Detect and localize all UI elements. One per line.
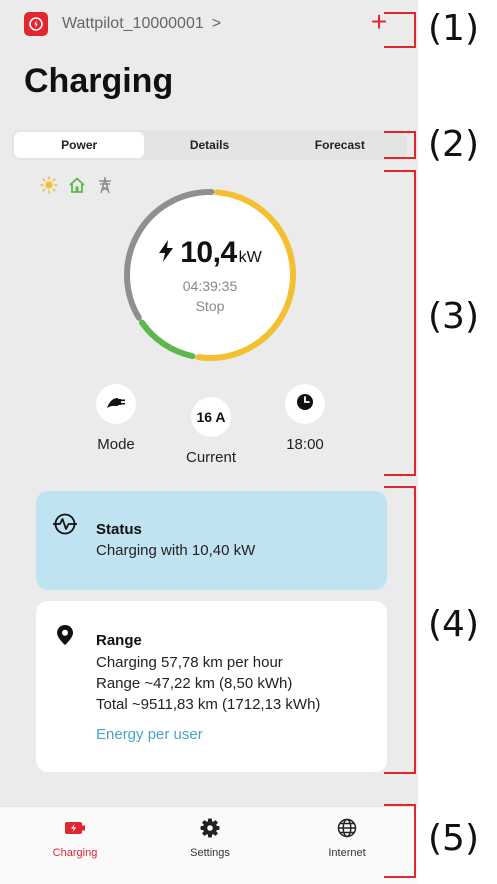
- nav-label-internet: Internet: [328, 847, 366, 859]
- globe-icon: [302, 817, 392, 839]
- nav-label-settings: Settings: [190, 847, 230, 859]
- stop-button[interactable]: Stop: [121, 298, 299, 314]
- nav-item-charging[interactable]: Charging: [30, 817, 120, 859]
- gear-icon: [165, 817, 255, 839]
- bolt-icon: [158, 240, 174, 269]
- charge-duration: 04:39:35: [182, 278, 238, 294]
- battery-icon: [30, 817, 120, 839]
- chevron-right-icon: >: [211, 15, 222, 32]
- tab-bar: Power Details Forecast: [12, 130, 407, 160]
- callout-label-3: (3): [428, 296, 479, 337]
- range-line-total: Total ~9511,83 km (1712,13 kWh): [96, 696, 321, 713]
- callout-bracket-1: [384, 12, 416, 48]
- callout-bracket-5: [384, 804, 416, 878]
- nav-item-settings[interactable]: Settings: [165, 817, 255, 859]
- page-title: Charging: [24, 62, 174, 100]
- sun-icon: [40, 176, 58, 199]
- mode-button[interactable]: [96, 384, 136, 424]
- energy-per-user-link[interactable]: Energy per user: [96, 726, 203, 743]
- callout-bracket-2: [384, 131, 416, 159]
- status-title: Status: [96, 521, 142, 538]
- mode-control[interactable]: Mode: [71, 384, 161, 453]
- nav-item-internet[interactable]: Internet: [302, 817, 392, 859]
- device-selector[interactable]: Wattpilot_10000001 >: [24, 10, 221, 38]
- app-header: Wattpilot_10000001 > + Charging: [0, 0, 418, 122]
- mode-label: Mode: [97, 436, 135, 453]
- nav-label-charging: Charging: [52, 847, 98, 859]
- wattpilot-logo-icon: [24, 12, 48, 36]
- bottom-nav: Charging Settings Internet: [0, 806, 418, 884]
- callout-label-2: (2): [428, 124, 479, 165]
- range-line-rate: Charging 57,78 km per hour: [96, 654, 283, 671]
- callout-label-4: (4): [428, 604, 479, 645]
- callout-bracket-3: [384, 170, 416, 476]
- callout-label-5: (5): [428, 818, 479, 859]
- range-card: Range Charging 57,78 km per hour Range ~…: [36, 601, 387, 772]
- timer-button[interactable]: [285, 384, 325, 424]
- range-line-range: Range ~47,22 km (8,50 kWh): [96, 675, 293, 692]
- power-readout: 10,4 kW: [121, 236, 299, 270]
- current-value: 16 A: [196, 409, 226, 425]
- status-text: Charging with 10,40 kW: [96, 542, 256, 559]
- power-value: 10,4: [180, 236, 237, 269]
- status-card[interactable]: Status Charging with 10,40 kW: [36, 491, 387, 590]
- timer-control[interactable]: 18:00: [260, 384, 350, 453]
- current-button[interactable]: 16 A: [191, 397, 231, 437]
- device-name: Wattpilot_10000001: [62, 15, 204, 32]
- gauge-readout: 10,4 kW 04:39:35 Stop: [121, 236, 299, 314]
- power-unit: kW: [238, 249, 262, 266]
- tab-details[interactable]: Details: [144, 132, 274, 158]
- tab-power[interactable]: Power: [14, 132, 145, 158]
- callout-bracket-4: [384, 486, 416, 774]
- location-pin-icon: [57, 625, 73, 650]
- app-screen: Wattpilot_10000001 > + Charging Power De…: [0, 0, 418, 884]
- timer-label: 18:00: [286, 436, 324, 453]
- activity-icon: [52, 513, 78, 540]
- current-control[interactable]: 16 A Current: [166, 397, 256, 466]
- plug-icon: [106, 394, 126, 415]
- callout-label-1: (1): [428, 8, 479, 49]
- home-icon: [68, 176, 86, 199]
- grid-pylon-icon: [96, 176, 114, 199]
- current-label: Current: [185, 449, 237, 466]
- clock-icon: [296, 393, 314, 416]
- energy-sources: [40, 176, 114, 199]
- range-title: Range: [96, 632, 142, 649]
